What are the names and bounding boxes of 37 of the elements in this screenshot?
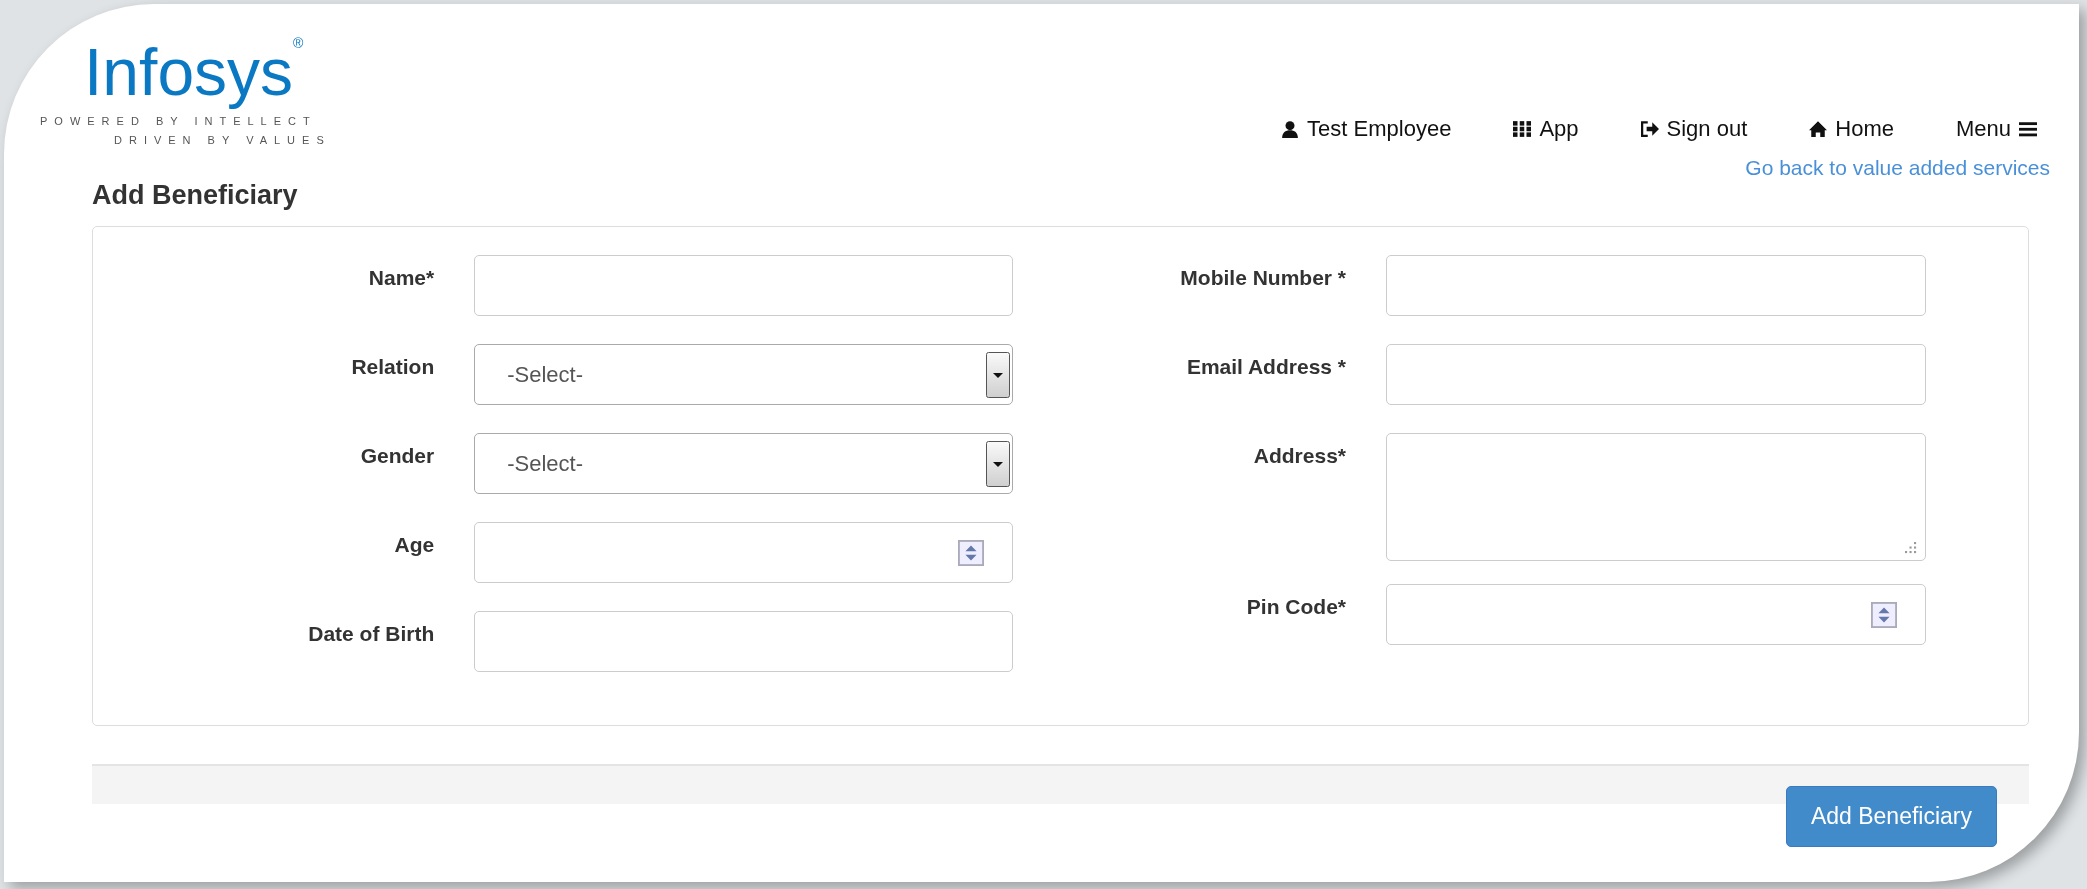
registered-mark: ® [293, 35, 304, 51]
address-textarea[interactable] [1386, 433, 1926, 561]
field-label: Mobile Number * [1179, 265, 1346, 290]
field-label: Name* [367, 265, 435, 290]
sign-out-icon [1640, 120, 1659, 138]
number-field[interactable] [474, 522, 1013, 583]
page-title: Add Beneficiary [92, 180, 299, 212]
nav-link[interactable]: Sign out [1640, 116, 1748, 142]
add-beneficiary-button[interactable]: Add Beneficiary [1785, 786, 1997, 847]
nav-link[interactable]: App [1513, 116, 1579, 142]
number-field[interactable] [1386, 584, 1926, 645]
select-dropdown[interactable]: -Select- [474, 433, 1013, 494]
field-label: Email Address * [1185, 354, 1346, 379]
input-field[interactable] [474, 611, 1013, 672]
field-label: Pin Code* [1245, 594, 1346, 619]
field-label: Date of Birth [307, 621, 435, 646]
select-dropdown[interactable]: -Select- [474, 344, 1013, 405]
logo-wordmark: Infosys [84, 34, 294, 111]
menu-icon [2019, 120, 2037, 138]
input-field[interactable] [474, 255, 1013, 316]
spinner-icon [1871, 601, 1897, 628]
field-label: Age [393, 532, 435, 557]
input-field[interactable] [1386, 255, 1926, 316]
logo-tagline: POWERED BY INTELLECT [40, 114, 318, 129]
nav-link[interactable]: Menu [1955, 116, 2037, 142]
logo-tagline: DRIVEN BY VALUES [113, 133, 331, 148]
field-label: Relation [350, 354, 435, 379]
resize-grip-icon [1905, 542, 1917, 554]
field-label: Address* [1252, 443, 1346, 468]
nav-link[interactable]: Home [1809, 116, 1894, 142]
field-label: Gender [359, 443, 435, 468]
user-icon [1281, 120, 1300, 138]
nav-link[interactable]: Test Employee [1281, 116, 1452, 142]
grid-icon [1513, 120, 1532, 138]
home-icon [1809, 120, 1828, 138]
spinner-icon [958, 539, 984, 566]
input-field[interactable] [1386, 344, 1926, 405]
